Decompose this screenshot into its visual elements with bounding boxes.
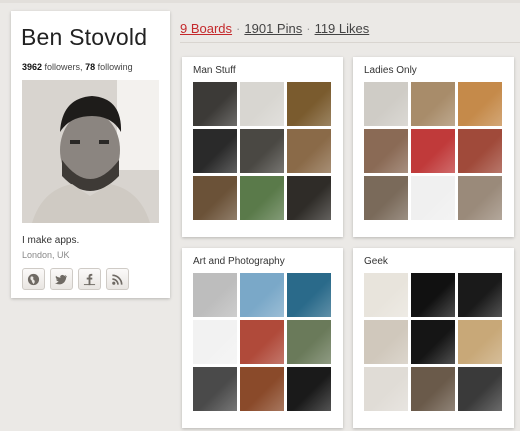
board-title: Art and Photography: [193, 256, 285, 267]
followers-label[interactable]: followers,: [45, 62, 83, 72]
board-thumbnails: [364, 273, 502, 411]
boards-count-link[interactable]: 9 Boards: [180, 21, 232, 36]
pin-thumbnail[interactable]: [364, 367, 408, 411]
board-man-stuff[interactable]: Man Stuff: [182, 57, 343, 237]
pins-count-link[interactable]: 1901 Pins: [244, 21, 302, 36]
profile-location: London, UK: [22, 250, 70, 260]
page-top-edge: [0, 0, 520, 3]
social-links: [22, 268, 129, 290]
rss-button[interactable]: [106, 268, 129, 290]
pin-thumbnail[interactable]: [287, 129, 331, 173]
pin-thumbnail[interactable]: [458, 82, 502, 126]
pin-thumbnail[interactable]: [240, 320, 284, 364]
board-thumbnails: [364, 82, 502, 220]
twitter-icon: [55, 274, 68, 284]
profile-card: Ben Stovold 3962 followers, 78 following…: [11, 11, 170, 298]
pin-thumbnail[interactable]: [411, 176, 455, 220]
pin-thumbnail[interactable]: [287, 273, 331, 317]
pin-thumbnail[interactable]: [193, 129, 237, 173]
pin-thumbnail[interactable]: [193, 82, 237, 126]
likes-count-link[interactable]: 119 Likes: [315, 21, 370, 36]
profile-bio: I make apps.: [22, 235, 80, 246]
pin-thumbnail[interactable]: [411, 367, 455, 411]
pin-thumbnail[interactable]: [364, 176, 408, 220]
pin-thumbnail[interactable]: [193, 176, 237, 220]
board-art-and-photography[interactable]: Art and Photography: [182, 248, 343, 428]
pin-thumbnail[interactable]: [240, 129, 284, 173]
board-geek[interactable]: Geek: [353, 248, 514, 428]
pin-thumbnail[interactable]: [240, 367, 284, 411]
board-title: Ladies Only: [364, 65, 417, 76]
pin-thumbnail[interactable]: [287, 367, 331, 411]
following-label[interactable]: following: [98, 62, 133, 72]
followers-count[interactable]: 3962: [22, 62, 42, 72]
profile-name: Ben Stovold: [21, 24, 148, 50]
board-ladies-only[interactable]: Ladies Only: [353, 57, 514, 237]
pin-thumbnail[interactable]: [458, 176, 502, 220]
follow-stats: 3962 followers, 78 following: [22, 62, 133, 72]
board-thumbnails: [193, 273, 331, 411]
profile-avatar: [22, 80, 159, 223]
pin-thumbnail[interactable]: [240, 273, 284, 317]
facebook-icon: [83, 273, 96, 285]
pin-thumbnail[interactable]: [364, 129, 408, 173]
pin-thumbnail[interactable]: [411, 320, 455, 364]
pin-thumbnail[interactable]: [364, 320, 408, 364]
rss-icon: [112, 273, 123, 285]
pin-thumbnail[interactable]: [240, 82, 284, 126]
board-title: Man Stuff: [193, 65, 236, 76]
pin-thumbnail[interactable]: [287, 176, 331, 220]
pin-thumbnail[interactable]: [193, 320, 237, 364]
pin-thumbnail[interactable]: [458, 273, 502, 317]
following-count[interactable]: 78: [85, 62, 95, 72]
pin-thumbnail[interactable]: [458, 367, 502, 411]
pin-thumbnail[interactable]: [411, 82, 455, 126]
board-thumbnails: [193, 82, 331, 220]
pin-thumbnail[interactable]: [364, 82, 408, 126]
profile-counts: 9 Boards · 1901 Pins · 119 Likes: [180, 21, 369, 36]
pin-thumbnail[interactable]: [458, 320, 502, 364]
pin-thumbnail[interactable]: [193, 273, 237, 317]
globe-icon: [27, 273, 40, 285]
website-button[interactable]: [22, 268, 45, 290]
pin-thumbnail[interactable]: [193, 367, 237, 411]
pin-thumbnail[interactable]: [240, 176, 284, 220]
facebook-button[interactable]: [78, 268, 101, 290]
twitter-button[interactable]: [50, 268, 73, 290]
board-title: Geek: [364, 256, 388, 267]
separator: ·: [306, 21, 311, 36]
pin-thumbnail[interactable]: [411, 129, 455, 173]
separator: ·: [236, 21, 241, 36]
pin-thumbnail[interactable]: [458, 129, 502, 173]
pin-thumbnail[interactable]: [364, 273, 408, 317]
pin-thumbnail[interactable]: [411, 273, 455, 317]
pin-thumbnail[interactable]: [287, 82, 331, 126]
pin-thumbnail[interactable]: [287, 320, 331, 364]
header-divider: [180, 42, 520, 43]
